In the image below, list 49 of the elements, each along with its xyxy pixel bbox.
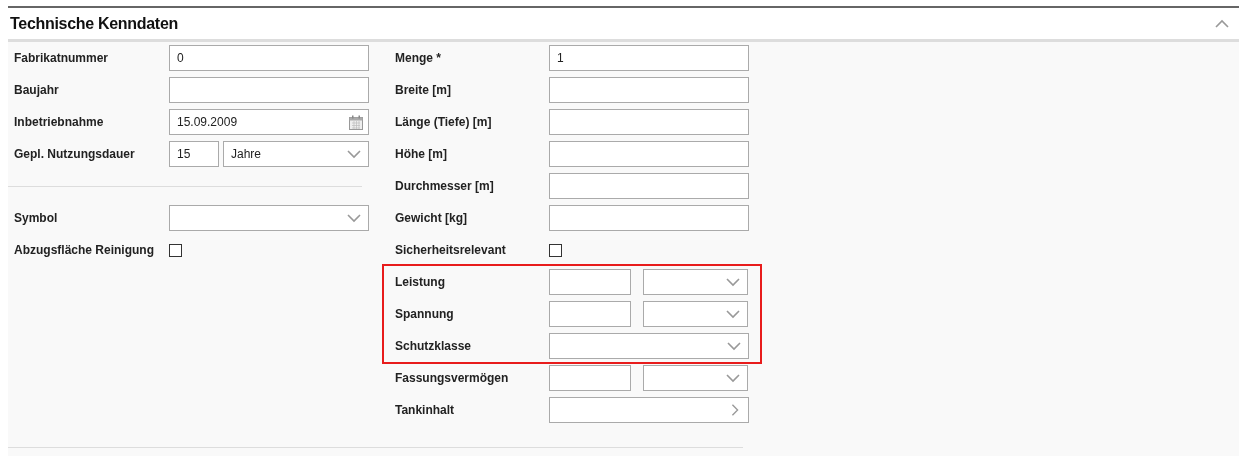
text-field[interactable]: 1	[549, 45, 749, 71]
chevron-down-icon	[347, 148, 361, 160]
checkbox[interactable]	[549, 243, 562, 257]
field-label: Abzugsfläche Reinigung	[14, 242, 155, 259]
field-label: Breite [m]	[395, 82, 452, 99]
field-label: Durchmesser [m]	[395, 178, 495, 195]
field-label: Baujahr	[14, 82, 60, 99]
dropdown[interactable]	[549, 333, 749, 359]
field-label: Menge *	[395, 50, 442, 67]
field-label: Schutzklasse	[395, 338, 473, 355]
field-label: Symbol	[14, 210, 59, 227]
picker-field[interactable]	[549, 397, 749, 423]
number-field[interactable]: 15	[169, 141, 219, 167]
text-field[interactable]	[549, 109, 749, 135]
field-label: Sicherheitsrelevant	[395, 242, 507, 259]
field-label: Gewicht [kg]	[395, 210, 468, 227]
field-label: Gepl. Nutzungsdauer	[14, 146, 136, 163]
field-label: Tankinhalt	[395, 402, 456, 419]
calendar-icon[interactable]	[349, 115, 363, 130]
chevron-down-icon	[726, 276, 740, 288]
dropdown[interactable]	[643, 269, 748, 295]
chevron-right-icon	[729, 403, 741, 417]
date-field[interactable]: 15.09.2009	[169, 109, 369, 135]
chevron-down-icon	[726, 308, 740, 320]
field-label: Fabrikatnummer	[14, 50, 110, 67]
field-label: Spannung	[395, 306, 455, 323]
value-field[interactable]	[549, 269, 631, 295]
value-field[interactable]	[549, 365, 631, 391]
dropdown[interactable]: Jahre	[223, 141, 369, 167]
text-field[interactable]	[549, 173, 749, 199]
text-field[interactable]: 0	[169, 45, 369, 71]
text-field[interactable]	[549, 141, 749, 167]
field-label: Länge (Tiefe) [m]	[395, 114, 493, 131]
dropdown[interactable]	[643, 365, 748, 391]
field-label: Höhe [m]	[395, 146, 448, 163]
section-title: Technische Kenndaten	[10, 13, 178, 34]
dropdown[interactable]	[643, 301, 748, 327]
value-field[interactable]	[549, 301, 631, 327]
text-field[interactable]	[549, 77, 749, 103]
text-field[interactable]	[169, 77, 369, 103]
dropdown[interactable]	[169, 205, 369, 231]
checkbox[interactable]	[169, 243, 182, 257]
chevron-down-icon	[727, 340, 741, 352]
field-label: Inbetriebnahme	[14, 114, 105, 131]
field-label: Leistung	[395, 274, 446, 291]
field-label: Fassungsvermögen	[395, 370, 510, 387]
text-field[interactable]	[549, 205, 749, 231]
chevron-down-icon	[726, 372, 740, 384]
chevron-down-icon	[347, 212, 361, 224]
